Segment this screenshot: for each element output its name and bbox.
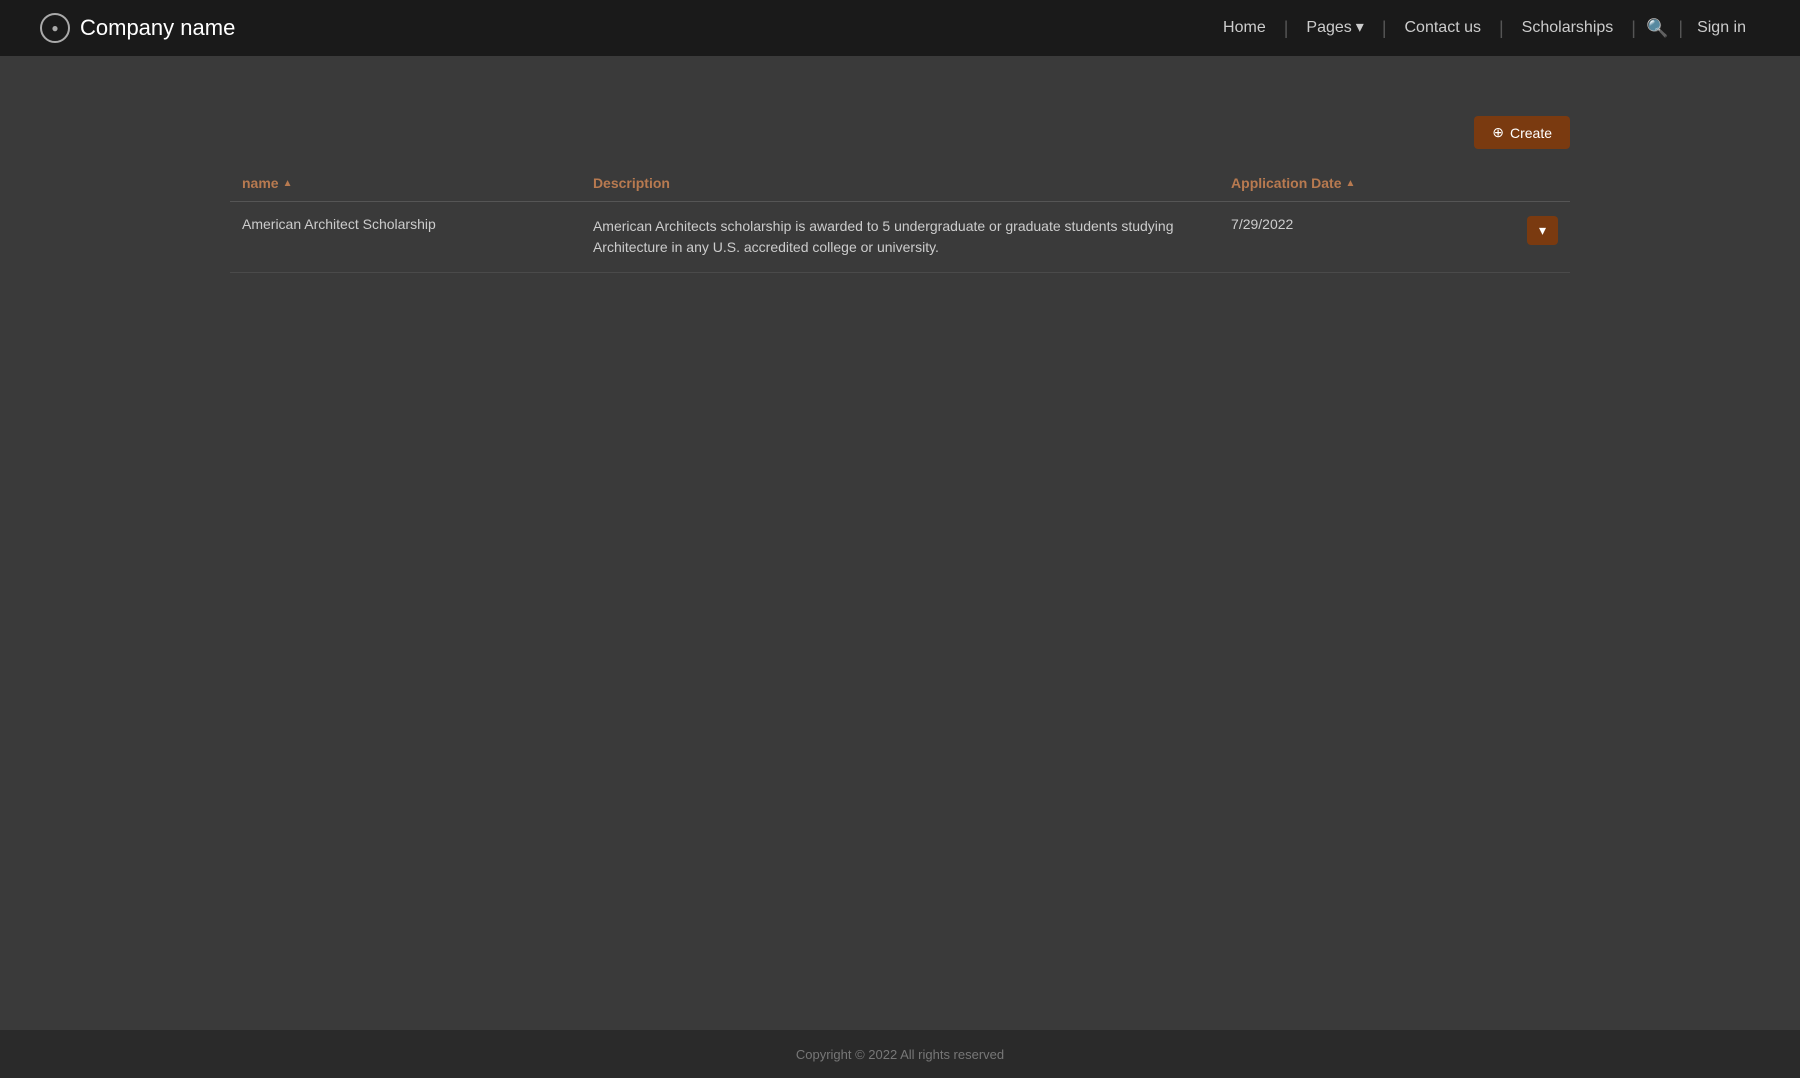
table-body: American Architect Scholarship American … [230, 202, 1570, 273]
sort-icon-name: ▲ [283, 178, 293, 189]
brand-icon: ● [40, 13, 70, 43]
sort-icon-date: ▲ [1346, 178, 1356, 189]
nav-links: Home | Pages ▾ | Contact us | Scholarshi… [1205, 0, 1760, 56]
create-button[interactable]: ⊕ Create [1474, 116, 1570, 149]
table-header: name ▲ Description Application Date ▲ [230, 165, 1570, 202]
scholarship-description: American Architects scholarship is award… [581, 202, 1219, 273]
nav-item-contact[interactable]: Contact us [1387, 0, 1499, 56]
nav-item-pages[interactable]: Pages ▾ [1288, 0, 1381, 56]
signin-button[interactable]: Sign in [1683, 19, 1760, 37]
table-header-row: name ▲ Description Application Date ▲ [230, 165, 1570, 202]
scholarship-actions: ▾ [1442, 202, 1570, 273]
plus-icon: ⊕ [1492, 124, 1504, 141]
search-icon[interactable]: 🔍 [1636, 18, 1678, 39]
col-application-date[interactable]: Application Date ▲ [1219, 165, 1442, 202]
table-row: American Architect Scholarship American … [230, 202, 1570, 273]
col-description: Description [581, 165, 1219, 202]
main-content: ⊕ Create name ▲ Description Application … [0, 56, 1800, 1030]
footer: Copyright © 2022 All rights reserved [0, 1030, 1800, 1078]
toolbar: ⊕ Create [230, 116, 1570, 149]
copyright-text: Copyright © 2022 All rights reserved [796, 1047, 1004, 1062]
row-dropdown-button[interactable]: ▾ [1527, 216, 1558, 245]
brand-name: Company name [80, 15, 235, 41]
nav-item-home[interactable]: Home [1205, 0, 1284, 56]
nav-item-scholarships[interactable]: Scholarships [1504, 0, 1632, 56]
chevron-down-icon: ▾ [1539, 222, 1546, 239]
scholarship-date: 7/29/2022 [1219, 202, 1442, 273]
navbar: ● Company name Home | Pages ▾ | Contact … [0, 0, 1800, 56]
col-name[interactable]: name ▲ [230, 165, 581, 202]
col-actions [1442, 165, 1570, 202]
scholarship-name[interactable]: American Architect Scholarship [230, 202, 581, 273]
scholarships-table: name ▲ Description Application Date ▲ [230, 165, 1570, 273]
chevron-down-icon: ▾ [1356, 0, 1364, 56]
brand[interactable]: ● Company name [40, 13, 235, 43]
